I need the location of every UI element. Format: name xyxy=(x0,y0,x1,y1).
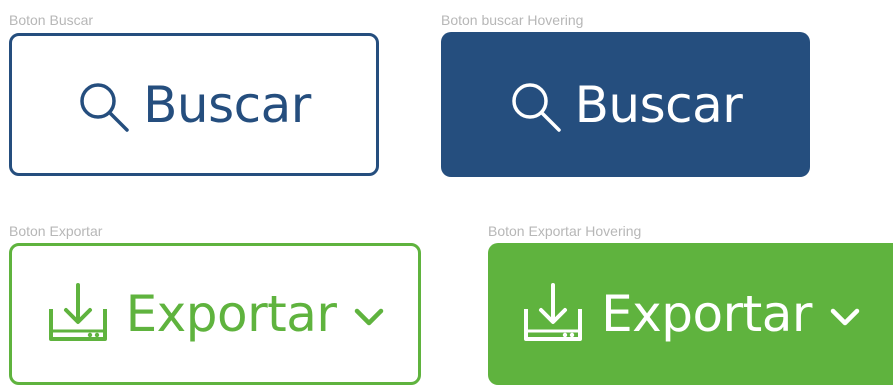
exportar-button-hover[interactable]: Exportar xyxy=(488,243,893,385)
search-icon xyxy=(509,80,565,136)
download-icon xyxy=(521,281,585,343)
frame-label-boton-exportar-hovering: Boton Exportar Hovering xyxy=(488,223,642,239)
chevron-down-icon xyxy=(354,307,384,327)
frame-label-boton-buscar-hovering: Boton buscar Hovering xyxy=(441,12,584,28)
exportar-button-label: Exportar xyxy=(125,285,337,343)
buscar-button-hover-label: Buscar xyxy=(574,75,743,134)
frame-label-boton-exportar: Boton Exportar xyxy=(9,223,103,239)
buscar-button-hover[interactable]: Buscar xyxy=(441,32,810,177)
frame-label-boton-buscar: Boton Buscar xyxy=(9,12,94,28)
download-icon xyxy=(46,281,110,343)
buscar-button-label: Buscar xyxy=(143,75,311,134)
search-icon xyxy=(77,80,133,136)
exportar-button[interactable]: Exportar xyxy=(9,243,421,385)
exportar-button-hover-label: Exportar xyxy=(601,285,812,343)
chevron-down-icon xyxy=(830,307,860,327)
buscar-button[interactable]: Buscar xyxy=(9,33,379,176)
